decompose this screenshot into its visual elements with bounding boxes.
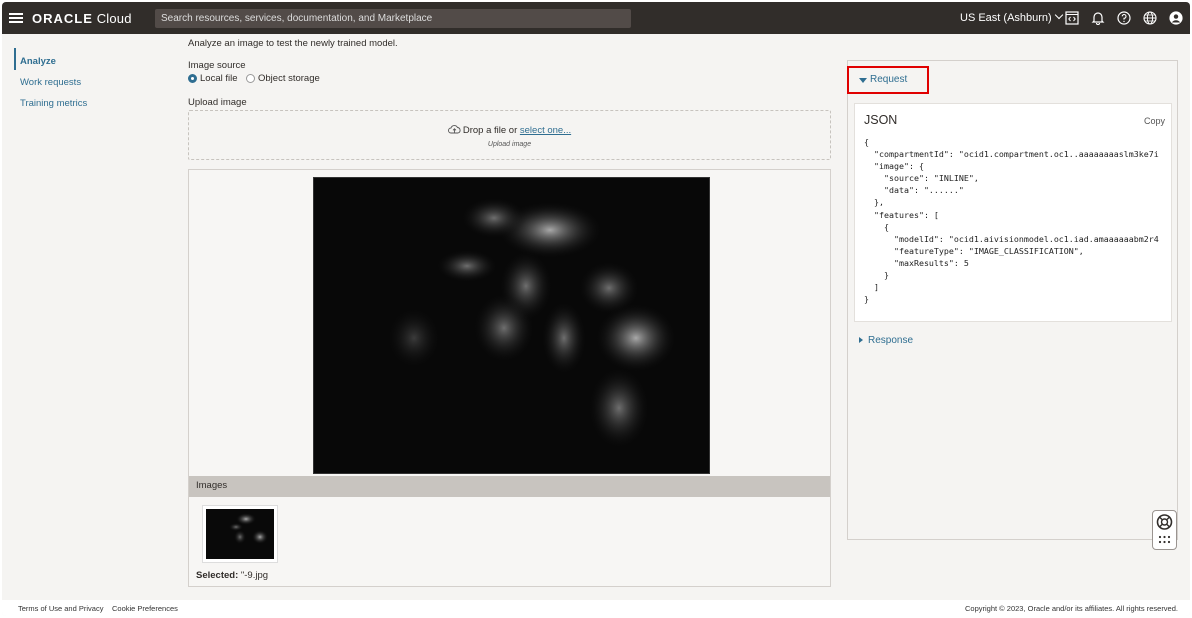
page-footer: Terms of Use and Privacy Cookie Preferen… (2, 600, 1190, 616)
lifebuoy-icon (1156, 514, 1173, 544)
top-header: ORACLE Cloud Search resources, services,… (2, 2, 1190, 34)
radio-checked-icon (188, 74, 197, 83)
copy-button[interactable]: Copy (1144, 116, 1165, 126)
json-code-block: { "compartmentId": "ocid1.compartment.oc… (864, 137, 1159, 305)
dropzone-hint: Upload image (487, 141, 532, 148)
file-dropzone[interactable]: Drop a file or select one... Upload imag… (188, 110, 831, 160)
user-profile-icon[interactable] (1169, 11, 1183, 25)
request-json-card: JSON Copy { "compartmentId": "ocid1.comp… (854, 103, 1172, 322)
globe-icon[interactable] (1143, 11, 1157, 25)
page-description: Analyze an image to test the newly train… (188, 38, 398, 49)
caret-right-icon (859, 337, 863, 343)
sidebar-item-training-metrics[interactable]: Training metrics (20, 98, 87, 109)
help-widget[interactable] (1152, 510, 1177, 550)
caret-down-icon (859, 78, 867, 83)
help-icon[interactable] (1117, 11, 1131, 25)
active-indicator (14, 48, 16, 70)
preview-image (313, 177, 710, 474)
image-thumbnail[interactable] (202, 505, 278, 563)
bell-icon[interactable] (1091, 11, 1105, 25)
search-input[interactable]: Search resources, services, documentatio… (155, 9, 631, 28)
terms-link[interactable]: Terms of Use and Privacy (18, 604, 103, 613)
image-preview-panel: Images Selected: "-9.jpg (188, 169, 831, 587)
select-file-link[interactable]: select one... (520, 125, 571, 136)
image-source-label: Image source (188, 60, 246, 71)
code-editor-icon[interactable] (1065, 11, 1079, 25)
cloud-upload-icon (447, 125, 461, 134)
response-toggle[interactable]: Response (859, 335, 913, 346)
app-window: ORACLE Cloud Search resources, services,… (2, 2, 1190, 616)
left-sidebar: Analyze Work requests Training metrics (2, 34, 172, 600)
drop-text: Drop a file or (462, 125, 520, 136)
images-section-header: Images (189, 476, 830, 497)
radio-local-file[interactable]: Local file (188, 73, 238, 84)
sidebar-item-work-requests[interactable]: Work requests (20, 77, 81, 88)
cookie-preferences-link[interactable]: Cookie Preferences (112, 604, 178, 613)
request-toggle[interactable]: Request (847, 66, 929, 94)
copyright-text: Copyright © 2023, Oracle and/or its affi… (965, 604, 1178, 613)
chevron-down-icon (1054, 10, 1063, 20)
upload-image-label: Upload image (188, 97, 247, 108)
radio-object-storage[interactable]: Object storage (246, 73, 320, 84)
oracle-cloud-logo[interactable]: ORACLE Cloud (32, 11, 132, 26)
menu-icon[interactable] (9, 13, 23, 23)
region-selector[interactable]: US East (Ashburn) (960, 10, 1063, 24)
radio-unchecked-icon (246, 74, 255, 83)
json-title: JSON (864, 113, 898, 127)
selected-file-text: Selected: "-9.jpg (196, 570, 269, 581)
sidebar-item-analyze[interactable]: Analyze (20, 56, 56, 67)
